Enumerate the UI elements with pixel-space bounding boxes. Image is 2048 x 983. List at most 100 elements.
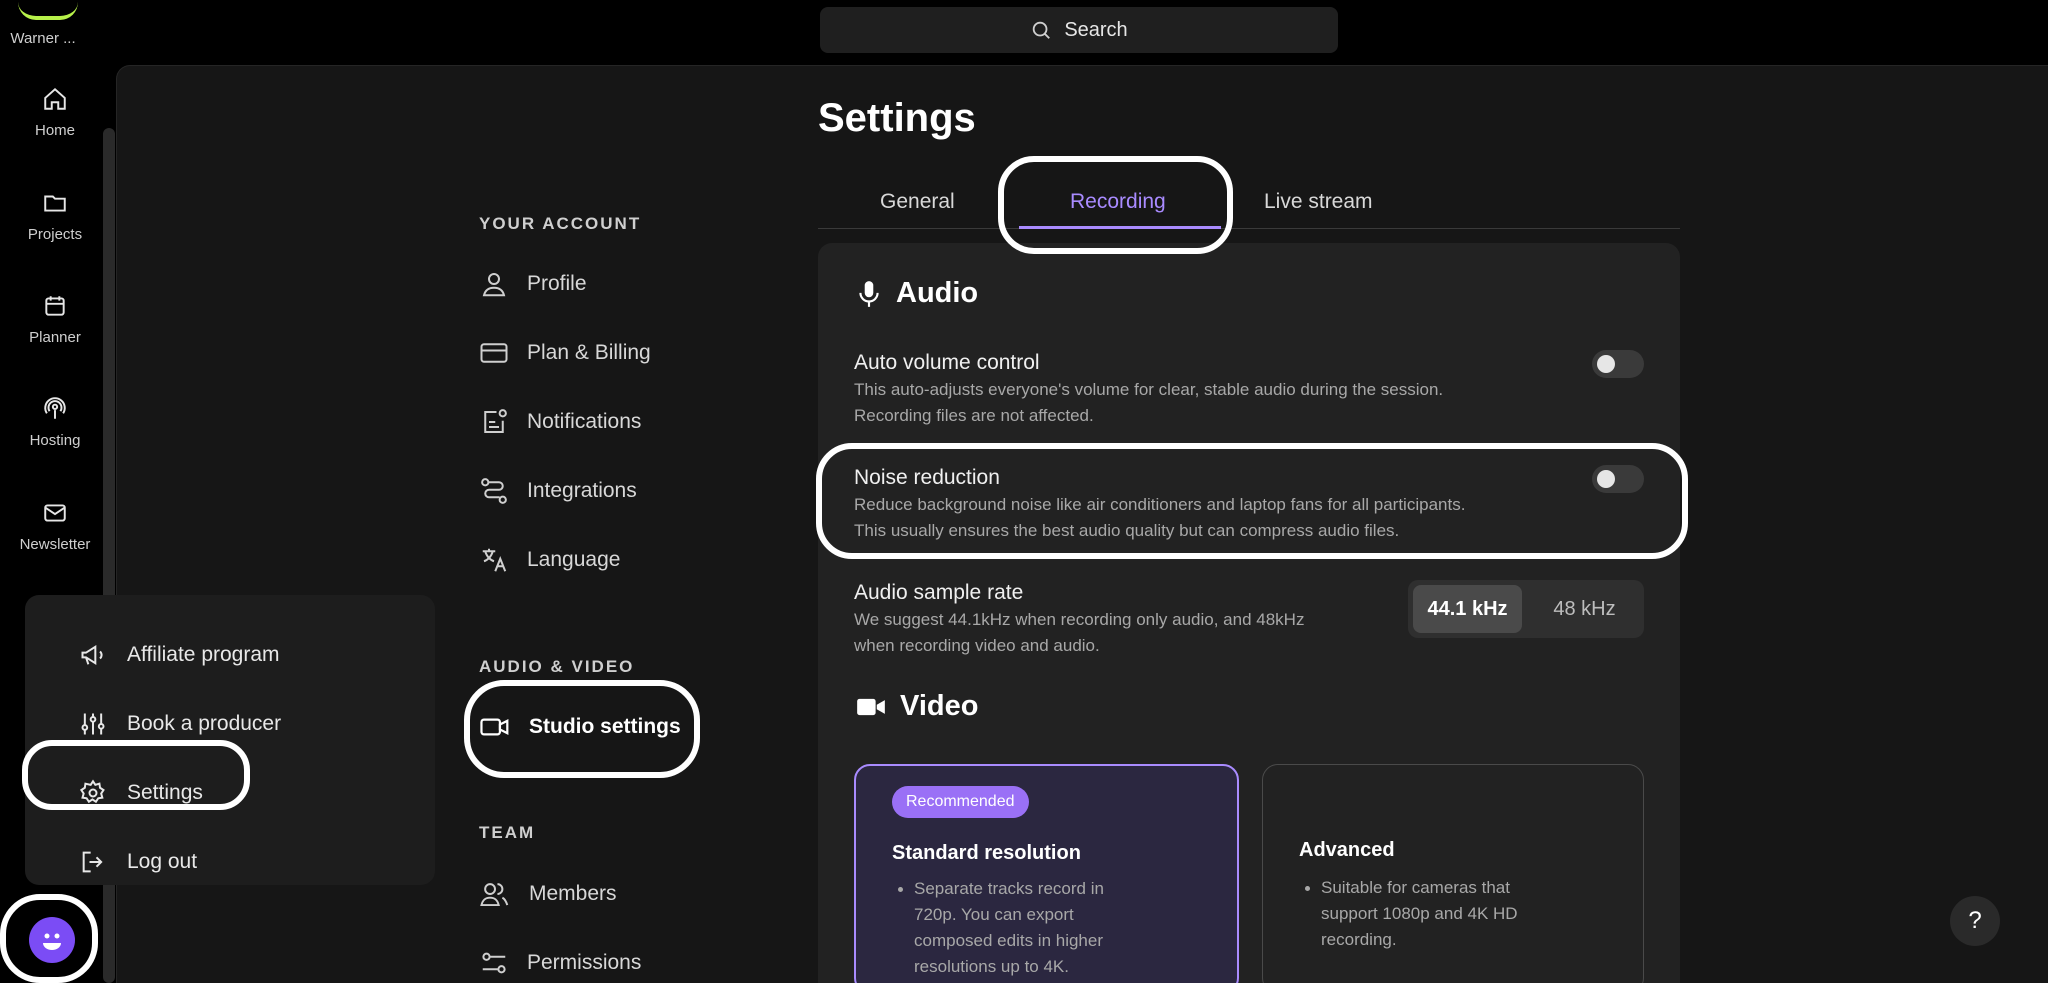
menu-item-log-out[interactable]: Log out bbox=[79, 844, 197, 880]
calendar-icon bbox=[45, 296, 65, 316]
nav-item-label: Permissions bbox=[527, 951, 642, 974]
bullet-dot bbox=[898, 887, 903, 892]
rail-item-home[interactable]: Home bbox=[0, 86, 110, 139]
menu-item-settings[interactable]: Settings bbox=[79, 775, 203, 811]
menu-item-label: Log out bbox=[127, 850, 198, 873]
advanced-resolution-card[interactable]: Advanced Suitable for cameras that suppo… bbox=[1262, 764, 1644, 983]
description-line: composed edits in higher bbox=[914, 931, 1104, 950]
auto-volume-toggle[interactable] bbox=[1592, 350, 1644, 378]
standard-resolution-description: Separate tracks record in 720p. You can … bbox=[898, 876, 1104, 980]
description-line: 720p. You can export bbox=[914, 905, 1074, 924]
megaphone-icon bbox=[81, 645, 103, 665]
rail-item-label: Hosting bbox=[29, 432, 81, 449]
user-avatar[interactable] bbox=[29, 917, 75, 963]
users-icon bbox=[480, 883, 509, 907]
nav-item-integrations[interactable]: Integrations bbox=[479, 473, 637, 509]
rail-item-projects[interactable]: Projects bbox=[0, 190, 110, 243]
workspace-name: Warner ... bbox=[10, 30, 76, 47]
nav-heading-your-account: YOUR ACCOUNT bbox=[479, 214, 642, 233]
folder-icon bbox=[44, 195, 66, 212]
menu-item-label: Settings bbox=[127, 781, 203, 804]
nav-item-members[interactable]: Members bbox=[479, 876, 617, 912]
description-line: This usually ensures the best audio qual… bbox=[854, 521, 1400, 540]
rail-item-label: Home bbox=[34, 122, 75, 139]
menu-item-label: Book a producer bbox=[127, 712, 282, 735]
sample-rate-selector: 44.1 kHz 48 kHz bbox=[1408, 580, 1644, 638]
nav-item-language[interactable]: Language bbox=[479, 542, 620, 578]
description-line: This auto-adjusts everyone's volume for … bbox=[854, 380, 1444, 399]
microphone-icon bbox=[859, 280, 879, 307]
standard-resolution-title: Standard resolution bbox=[892, 842, 1081, 864]
sample-rate-description: We suggest 44.1kHz when recording only a… bbox=[854, 607, 1374, 659]
logout-icon bbox=[82, 851, 103, 873]
tab-live-stream[interactable]: Live stream bbox=[1264, 190, 1373, 214]
search-bar[interactable]: Search bbox=[820, 7, 1338, 53]
podcast-icon bbox=[44, 397, 66, 419]
description-line: Reduce background noise like air conditi… bbox=[854, 495, 1466, 514]
nav-item-label: Profile bbox=[527, 272, 587, 295]
bullet-dot bbox=[1305, 886, 1310, 891]
permissions-icon bbox=[482, 952, 506, 974]
page-title: Settings bbox=[818, 96, 976, 140]
sample-rate-48-option[interactable]: 48 kHz bbox=[1530, 585, 1639, 633]
tab-general[interactable]: General bbox=[880, 190, 955, 214]
nav-item-label: Language bbox=[527, 548, 621, 571]
sample-rate-44-1-option[interactable]: 44.1 kHz bbox=[1413, 585, 1522, 633]
section-title-text: Audio bbox=[896, 277, 979, 309]
noise-reduction-title: Noise reduction bbox=[854, 466, 1000, 489]
active-tab-indicator bbox=[1019, 226, 1221, 229]
help-button[interactable]: ? bbox=[1950, 896, 2000, 946]
nav-item-plan-billing[interactable]: Plan & Billing bbox=[479, 335, 651, 371]
description-line: resolutions up to 4K. bbox=[914, 957, 1069, 976]
nav-item-label: Studio settings bbox=[529, 715, 681, 738]
menu-item-label: Affiliate program bbox=[127, 643, 280, 666]
description-line: We suggest 44.1kHz when recording only a… bbox=[854, 610, 1305, 629]
nav-item-label: Plan & Billing bbox=[527, 341, 651, 364]
standard-resolution-card[interactable]: Recommended Standard resolution Separate… bbox=[854, 764, 1239, 983]
auto-volume-description: This auto-adjusts everyone's volume for … bbox=[854, 377, 1594, 429]
nav-item-permissions[interactable]: Permissions bbox=[479, 945, 641, 981]
advanced-resolution-title: Advanced bbox=[1299, 839, 1395, 861]
video-camera-icon bbox=[857, 698, 885, 715]
noise-reduction-description: Reduce background noise like air conditi… bbox=[854, 492, 1594, 544]
sample-rate-title: Audio sample rate bbox=[854, 581, 1024, 604]
notification-icon bbox=[484, 409, 507, 433]
nav-item-notifications[interactable]: Notifications bbox=[479, 404, 641, 440]
nav-item-label: Members bbox=[529, 882, 617, 905]
workspace-logo[interactable] bbox=[18, 0, 78, 20]
menu-item-affiliate-program[interactable]: Affiliate program bbox=[79, 637, 280, 673]
description-line: Separate tracks record in bbox=[914, 879, 1104, 898]
account-popup-menu: Affiliate program Book a producer Settin… bbox=[25, 595, 435, 885]
nav-heading-audio-video: AUDIO & VIDEO bbox=[479, 657, 635, 676]
rail-item-label: Planner bbox=[29, 329, 81, 346]
smiley-icon bbox=[43, 933, 61, 950]
description-line: Suitable for cameras that bbox=[1321, 878, 1510, 897]
nav-item-label: Notifications bbox=[527, 410, 642, 433]
rail-item-newsletter[interactable]: Newsletter bbox=[0, 500, 110, 553]
recommended-badge: Recommended bbox=[892, 786, 1029, 818]
nav-item-label: Integrations bbox=[527, 479, 637, 502]
noise-reduction-toggle[interactable] bbox=[1592, 465, 1644, 493]
description-line: support 1080p and 4K HD bbox=[1321, 904, 1518, 923]
description-line: recording. bbox=[1321, 930, 1397, 949]
advanced-resolution-description: Suitable for cameras that support 1080p … bbox=[1305, 875, 1518, 953]
description-line: Recording files are not affected. bbox=[854, 406, 1094, 425]
search-label: Search bbox=[1064, 18, 1128, 41]
nav-item-profile[interactable]: Profile bbox=[479, 266, 587, 302]
user-icon bbox=[482, 273, 506, 297]
menu-item-book-producer[interactable]: Book a producer bbox=[79, 706, 281, 742]
credit-card-icon bbox=[480, 343, 508, 363]
sliders-icon bbox=[81, 713, 105, 735]
audio-section-title: Audio bbox=[856, 277, 978, 310]
integrations-icon bbox=[481, 478, 507, 504]
rail-item-label: Newsletter bbox=[19, 536, 91, 553]
video-section-title: Video bbox=[856, 690, 978, 723]
tab-recording[interactable]: Recording bbox=[1070, 190, 1166, 214]
rail-item-label: Projects bbox=[27, 226, 83, 243]
description-line: when recording video and audio. bbox=[854, 636, 1100, 655]
gear-icon bbox=[79, 779, 105, 804]
nav-item-studio-settings[interactable]: Studio settings bbox=[479, 709, 681, 745]
mail-icon bbox=[44, 504, 66, 522]
rail-item-hosting[interactable]: Hosting bbox=[0, 396, 110, 449]
rail-item-planner[interactable]: Planner bbox=[0, 293, 110, 346]
